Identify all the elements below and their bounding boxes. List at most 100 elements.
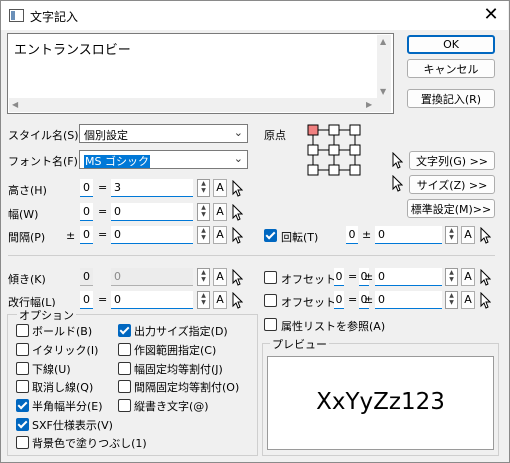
spacing-justify-checkbox[interactable] — [118, 380, 131, 393]
equals-sign: = — [98, 205, 108, 218]
output-size-label: 出力サイズ指定(D) — [134, 325, 228, 338]
cursor-pick-icon[interactable] — [231, 269, 243, 286]
half-width-label: 半角幅半分(E) — [32, 400, 103, 413]
rotation-checkbox[interactable] — [264, 229, 277, 242]
offset-x-spinner[interactable]: ▲ ▼ — [445, 268, 458, 286]
font-name-label: フォント名(F) — [8, 155, 78, 168]
font-name-combo[interactable]: MS ゴシック ⌄ — [79, 150, 248, 169]
line-spacing-spinner[interactable]: ▲ ▼ — [197, 291, 210, 309]
offset-x-prefix[interactable]: 0 — [334, 268, 344, 286]
cursor-pick-icon[interactable] — [479, 227, 491, 244]
vertical-text-checkbox[interactable] — [118, 399, 131, 412]
offset-y-spinner[interactable]: ▲ ▼ — [445, 291, 458, 309]
height-prefix[interactable]: 0 — [80, 179, 93, 197]
font-name-value: MS ゴシック — [84, 155, 150, 168]
spacing-a-button[interactable]: A — [213, 226, 227, 244]
offset-y-input[interactable]: 0 — [375, 291, 442, 309]
width-a-button[interactable]: A — [213, 203, 227, 221]
vertical-scrollbar[interactable]: ▲ ▼ — [377, 35, 391, 98]
offset-x-checkbox[interactable] — [264, 271, 277, 284]
app-icon — [9, 9, 24, 22]
width-input[interactable]: 0 — [111, 203, 193, 221]
text-input-area[interactable]: エントランスロビー ▲ ▼ ◀ ▶ — [7, 33, 394, 114]
rotation-label: 回転(T) — [281, 231, 319, 244]
equals-sign: = — [98, 293, 108, 306]
slant-spinner[interactable]: ▲ ▼ — [197, 268, 210, 286]
spacing-spinner[interactable]: ▲ ▼ — [197, 226, 210, 244]
width-spinner[interactable]: ▲ ▼ — [197, 203, 210, 221]
chevron-down-icon[interactable]: ⌄ — [234, 126, 243, 139]
plus-minus-sign: ± — [362, 228, 372, 241]
height-spinner[interactable]: ▲ ▼ — [197, 179, 210, 197]
cursor-pick-icon[interactable] — [391, 175, 403, 192]
cancel-button[interactable]: キャンセル — [407, 59, 495, 78]
underline-label: 下線(U) — [32, 363, 71, 376]
cursor-pick-icon[interactable] — [231, 180, 243, 197]
line-spacing-prefix[interactable]: 0 — [80, 291, 93, 309]
cursor-pick-icon[interactable] — [479, 292, 491, 309]
width-prefix[interactable]: 0 — [80, 203, 93, 221]
rotation-input[interactable]: 0 — [375, 226, 442, 244]
vertical-text-label: 縦書き文字(@) — [134, 400, 209, 413]
cursor-pick-icon[interactable] — [231, 204, 243, 221]
equals-sign: = — [348, 293, 358, 306]
spacing-prefix[interactable]: 0 — [80, 226, 93, 244]
italic-checkbox[interactable] — [16, 343, 29, 356]
close-icon[interactable]: ✕ — [476, 3, 506, 27]
offset-y-a-button[interactable]: A — [461, 291, 475, 309]
plus-minus-sign: ± — [66, 229, 76, 242]
equals-sign: = — [98, 181, 108, 194]
attr-ref-checkbox[interactable] — [264, 318, 277, 331]
line-spacing-a-button[interactable]: A — [213, 291, 227, 309]
offset-x-input[interactable]: 0 — [375, 268, 442, 286]
text-content[interactable]: エントランスロビー — [14, 39, 131, 58]
preview-box: XxYyZz123 — [267, 356, 494, 450]
cursor-pick-icon[interactable] — [231, 227, 243, 244]
spacing-input[interactable]: 0 — [111, 226, 193, 244]
sxf-display-checkbox[interactable] — [16, 418, 29, 431]
fill-background-checkbox[interactable] — [16, 436, 29, 449]
cursor-pick-icon[interactable] — [231, 292, 243, 309]
slant-a-button[interactable]: A — [213, 268, 227, 286]
standard-settings-button[interactable]: 標準設定(M)>> — [407, 199, 495, 218]
horizontal-scrollbar[interactable]: ◀ ▶ — [9, 98, 377, 112]
replace-button[interactable]: 置換記入(R) — [407, 89, 495, 108]
scroll-left-icon[interactable]: ◀ — [12, 100, 18, 109]
height-input[interactable]: 3 — [111, 179, 193, 197]
scroll-right-icon[interactable]: ▶ — [366, 100, 372, 109]
line-spacing-input[interactable]: 0 — [111, 291, 193, 309]
draw-range-checkbox[interactable] — [118, 343, 131, 356]
char-list-button[interactable]: 文字列(G) >> — [409, 151, 495, 170]
width-justify-checkbox[interactable] — [118, 362, 131, 375]
rotation-a-button[interactable]: A — [461, 226, 475, 244]
cursor-pick-icon[interactable] — [391, 152, 403, 169]
scroll-corner — [377, 98, 391, 112]
scroll-up-icon[interactable]: ▲ — [380, 37, 386, 46]
bold-checkbox[interactable] — [16, 324, 29, 337]
offset-y-prefix[interactable]: 0 — [334, 291, 344, 309]
slant-prefix: 0 — [80, 268, 93, 286]
sxf-display-label: SXF仕様表示(V) — [32, 419, 113, 432]
chevron-down-icon[interactable]: ⌄ — [234, 152, 243, 165]
slant-input: 0 — [111, 268, 193, 286]
rotation-prefix[interactable]: 0 — [346, 226, 358, 244]
window-title: 文字記入 — [30, 10, 79, 24]
plus-minus-sign: ± — [364, 293, 374, 306]
size-button[interactable]: サイズ(Z) >> — [409, 175, 495, 194]
strikethrough-checkbox[interactable] — [16, 380, 29, 393]
output-size-checkbox[interactable] — [118, 324, 131, 337]
cursor-pick-icon[interactable] — [479, 269, 491, 286]
width-label: 幅(W) — [8, 208, 39, 221]
origin-grid[interactable] — [303, 122, 365, 178]
offset-x-a-button[interactable]: A — [461, 268, 475, 286]
style-name-combo[interactable]: 個別設定 ⌄ — [79, 124, 248, 143]
ok-button[interactable]: OK — [407, 35, 495, 54]
offset-y-checkbox[interactable] — [264, 294, 277, 307]
underline-checkbox[interactable] — [16, 362, 29, 375]
rotation-spinner[interactable]: ▲ ▼ — [445, 226, 458, 244]
strikethrough-label: 取消し線(Q) — [32, 381, 94, 394]
half-width-checkbox[interactable] — [16, 399, 29, 412]
scroll-down-icon[interactable]: ▼ — [380, 87, 386, 96]
height-a-button[interactable]: A — [213, 179, 227, 197]
plus-minus-sign: ± — [364, 270, 374, 283]
